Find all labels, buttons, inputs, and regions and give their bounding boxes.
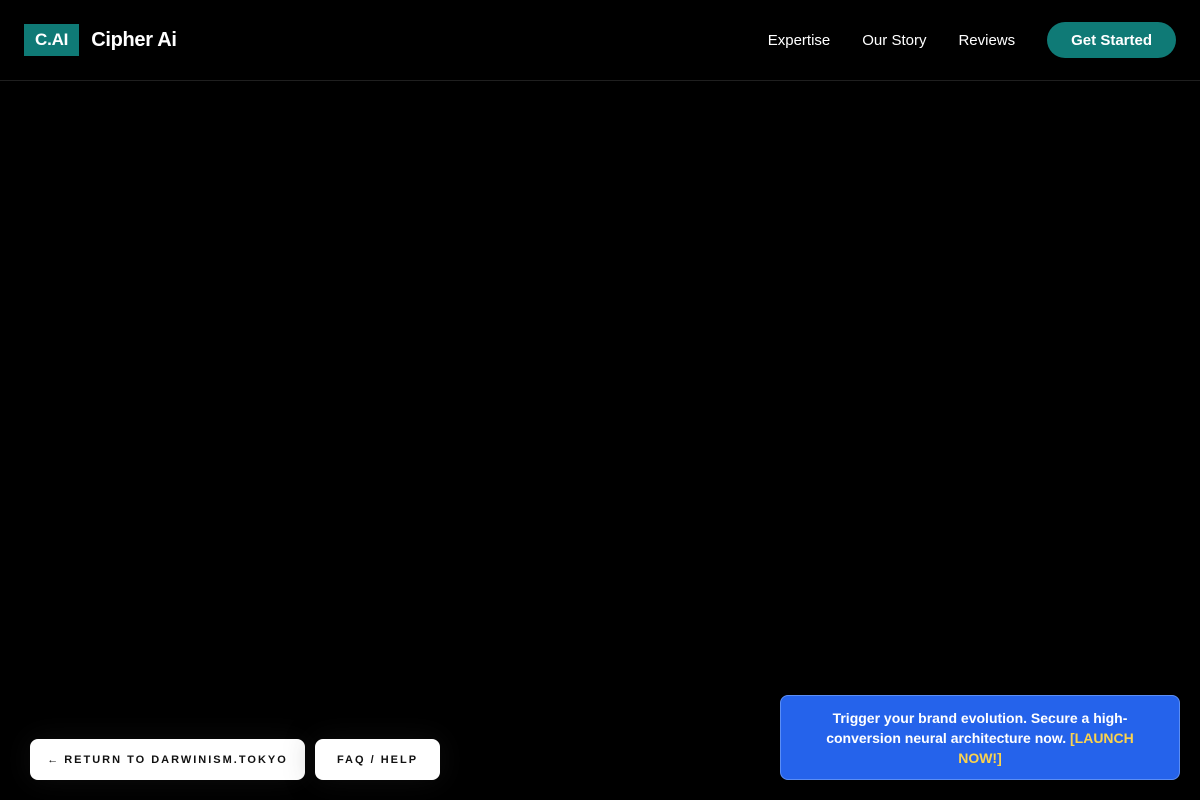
nav-link-expertise[interactable]: Expertise bbox=[768, 32, 831, 49]
faq-help-button[interactable]: FAQ / HELP bbox=[315, 739, 440, 780]
site-header: C.AI Cipher Ai Expertise Our Story Revie… bbox=[0, 0, 1200, 81]
nav-link-reviews[interactable]: Reviews bbox=[958, 32, 1015, 49]
faq-label: FAQ / HELP bbox=[336, 753, 419, 766]
return-to-darwinism-button[interactable]: ← RETURN TO DARWINISM.TOKYO bbox=[30, 739, 305, 780]
logo-badge[interactable]: C.AI bbox=[24, 24, 80, 56]
get-started-button[interactable]: Get Started bbox=[1047, 22, 1176, 58]
brand[interactable]: C.AI Cipher Ai bbox=[24, 24, 177, 56]
promo-content: Trigger your brand evolution. Secure a h… bbox=[821, 708, 1139, 768]
brand-name[interactable]: Cipher Ai bbox=[91, 29, 177, 52]
promo-banner[interactable]: Trigger your brand evolution. Secure a h… bbox=[780, 695, 1180, 780]
arrow-left-icon: ← bbox=[47, 753, 59, 766]
page: C.AI Cipher Ai Expertise Our Story Revie… bbox=[0, 0, 1200, 800]
nav-link-our-story[interactable]: Our Story bbox=[862, 32, 926, 49]
main-nav: Expertise Our Story Reviews Get Started bbox=[768, 22, 1176, 58]
return-label: RETURN TO DARWINISM.TOKYO bbox=[64, 753, 288, 766]
